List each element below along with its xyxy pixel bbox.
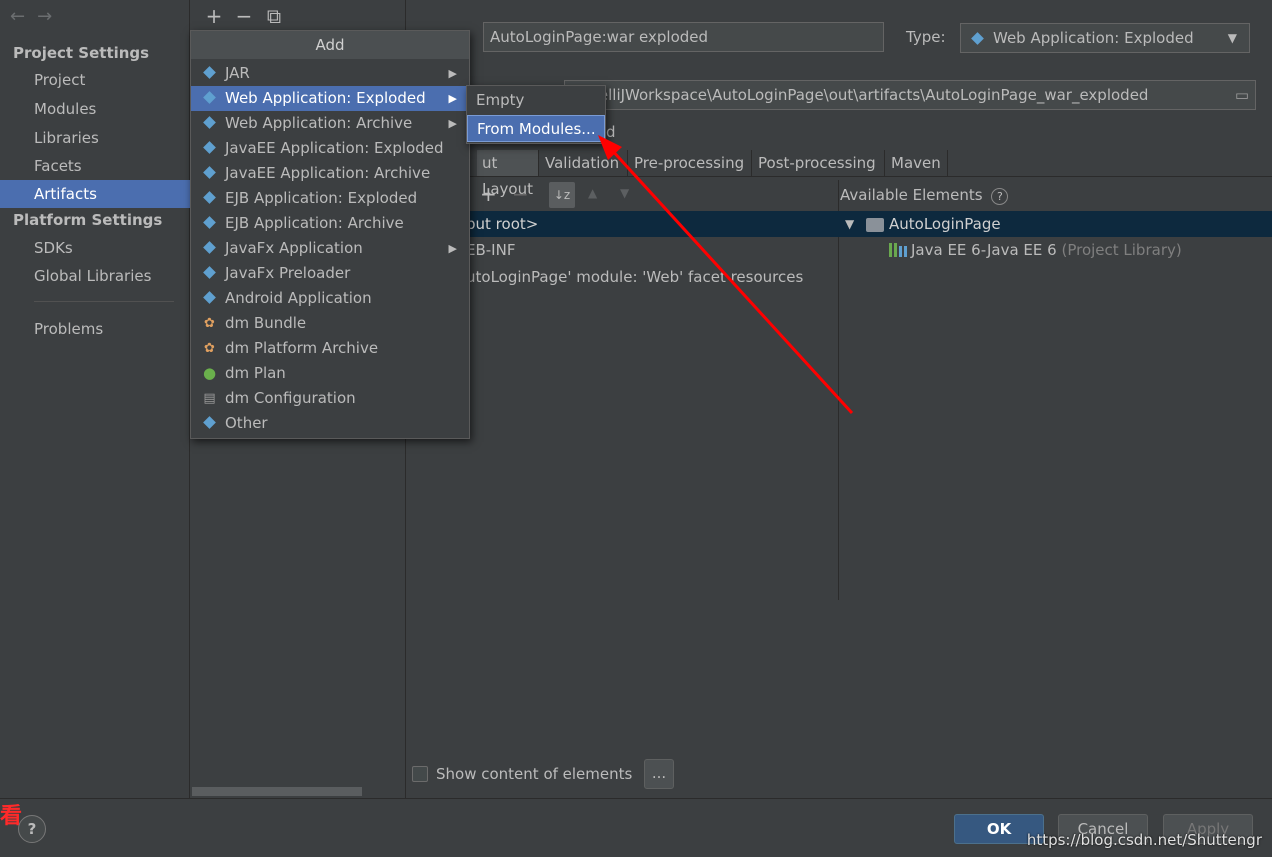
- red-annotation-arrow: [598, 135, 854, 415]
- arrow-shaft: [608, 146, 854, 415]
